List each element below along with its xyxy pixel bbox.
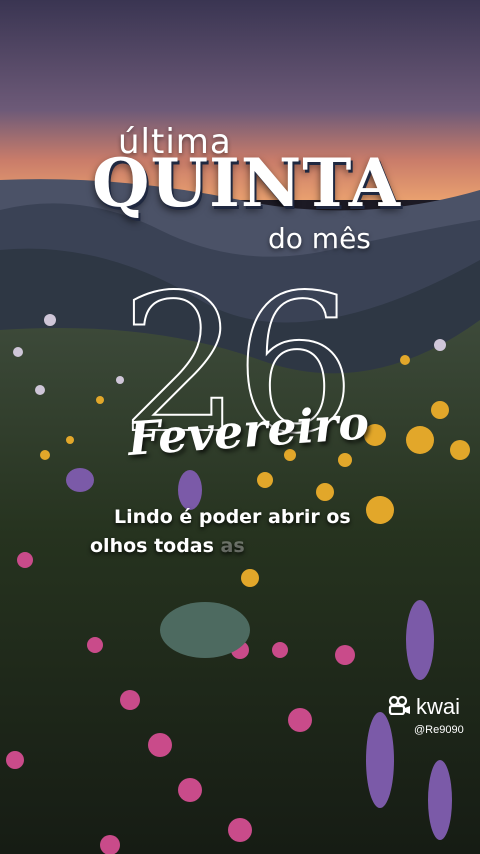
title-main-word: QUINTA (92, 144, 401, 222)
kwai-camera-icon (388, 695, 412, 719)
caption-line-2: olhos todas as (90, 535, 245, 557)
title-bottom-line: do mês (268, 222, 371, 255)
caption-line-1: Lindo é poder abrir os (114, 506, 351, 528)
caption-line-2-faded: as (213, 535, 245, 557)
caption-line-2-visible: olhos todas (90, 535, 214, 557)
kwai-watermark: kwai (388, 694, 460, 720)
kwai-handle: @Re9090 (414, 724, 464, 736)
kwai-brand: kwai (416, 694, 461, 719)
